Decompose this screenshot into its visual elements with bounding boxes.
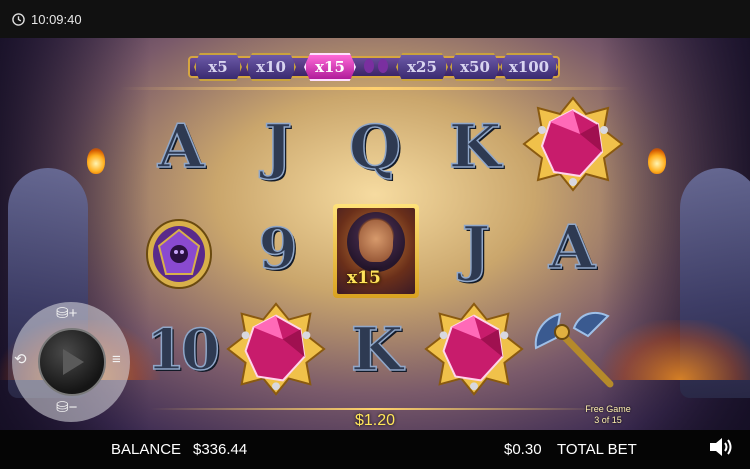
total-bet-label: TOTAL BET bbox=[557, 441, 637, 458]
right-torch-icon bbox=[648, 148, 666, 174]
menu-icon[interactable]: ≡ bbox=[112, 352, 121, 367]
shield-icon bbox=[146, 219, 212, 289]
symbol-k: K bbox=[448, 111, 502, 183]
wild-symbol: x15 bbox=[333, 204, 419, 298]
play-icon bbox=[63, 349, 84, 375]
wild-multiplier: x15 bbox=[347, 268, 381, 288]
increase-bet-coins-icon[interactable]: ⛁+ bbox=[56, 306, 77, 321]
multiplier-x10: x10 bbox=[246, 53, 296, 81]
symbol-a: A bbox=[157, 111, 205, 183]
wild-face bbox=[359, 220, 393, 262]
wild-portrait: x15 bbox=[337, 208, 415, 294]
multiplier-x25: x25 bbox=[396, 53, 448, 81]
free-game-title: Free Game bbox=[585, 404, 631, 414]
gem-icon bbox=[522, 96, 624, 192]
clock-icon bbox=[12, 12, 25, 26]
symbol-a: A bbox=[548, 212, 596, 284]
multiplier-bar: x5 x10 x15 x25 x50 x100 bbox=[188, 50, 560, 84]
decrease-bet-coins-icon[interactable]: ⛁− bbox=[56, 400, 77, 415]
symbol-9: 9 bbox=[258, 215, 298, 283]
multiplier-gem-icon bbox=[378, 59, 388, 73]
symbol-10: 10 bbox=[145, 316, 220, 384]
autoplay-icon[interactable]: ⟲ bbox=[14, 352, 27, 367]
spin-button[interactable] bbox=[38, 328, 106, 396]
bottom-bar: BALANCE $336.44 $0.30 TOTAL BET bbox=[0, 430, 750, 469]
balance-label: BALANCE bbox=[111, 441, 182, 458]
status-bar: 10:09:40 bbox=[0, 0, 750, 38]
symbol-j: J bbox=[263, 111, 293, 183]
sound-icon[interactable] bbox=[708, 436, 734, 458]
bet-value: $0.30 bbox=[504, 441, 542, 458]
symbol-q: Q bbox=[348, 112, 402, 184]
gem-icon bbox=[424, 302, 524, 396]
game-screen: 10:09:40 x5 x10 x15 x25 x50 x100 A J Q K bbox=[0, 0, 750, 469]
win-line bbox=[150, 408, 600, 410]
free-game-counter: Free Game 3 of 15 bbox=[576, 404, 640, 426]
divider bbox=[120, 87, 630, 90]
left-torch-icon bbox=[87, 148, 105, 174]
multiplier-x100: x100 bbox=[500, 53, 558, 81]
free-game-progress: 3 of 15 bbox=[594, 415, 622, 425]
multiplier-x50: x50 bbox=[450, 53, 500, 81]
multiplier-x15-active: x15 bbox=[304, 53, 356, 81]
multiplier-gem-icon bbox=[364, 59, 374, 73]
symbol-k: K bbox=[350, 314, 404, 386]
win-amount: $1.20 bbox=[354, 412, 396, 429]
right-fire bbox=[600, 320, 750, 380]
symbol-j: J bbox=[461, 213, 491, 285]
multiplier-x5: x5 bbox=[194, 53, 242, 81]
gem-icon bbox=[226, 302, 326, 396]
axe-icon bbox=[534, 311, 614, 388]
clock-time: 10:09:40 bbox=[31, 11, 82, 27]
balance-value: $336.44 bbox=[193, 441, 248, 458]
